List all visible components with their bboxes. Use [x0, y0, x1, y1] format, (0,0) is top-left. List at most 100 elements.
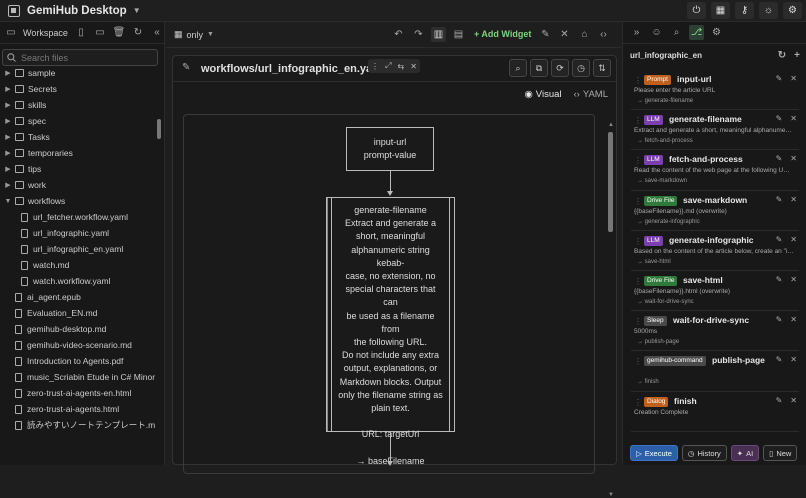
- tree-item[interactable]: Evaluation_EN.md: [0, 305, 155, 321]
- code-icon[interactable]: ‹›: [596, 27, 611, 42]
- tree-item[interactable]: watch.workflow.yaml: [0, 273, 155, 289]
- edit-icon[interactable]: ✎: [182, 62, 190, 73]
- flow-node-generate-filename[interactable]: generate-filename Extract and generate a s…: [326, 197, 455, 466]
- add-icon[interactable]: +: [794, 50, 800, 61]
- edit-icon[interactable]: ✎: [776, 355, 783, 364]
- expand-icon[interactable]: ⤢: [385, 61, 391, 71]
- tree-item[interactable]: ▶ Tasks: [0, 129, 155, 145]
- table-view-icon[interactable]: ▤: [451, 27, 466, 42]
- tree-item[interactable]: ▶ Secrets: [0, 81, 155, 97]
- close-icon[interactable]: ✕: [410, 62, 417, 71]
- robot-icon[interactable]: ☺: [649, 25, 664, 40]
- split-view-icon[interactable]: ▥: [431, 27, 446, 42]
- tab-yaml[interactable]: ‹› YAML: [574, 89, 609, 100]
- step-item[interactable]: ⋮⋮ LLM fetch-and-process Read the content o…: [631, 150, 799, 191]
- chevron-down-icon[interactable]: ▼: [133, 6, 141, 15]
- close-icon[interactable]: ✕: [790, 396, 797, 405]
- step-item[interactable]: ⋮⋮ Prompt input-url Please enter the articl…: [631, 70, 799, 111]
- chevron-right-icon[interactable]: ▶: [4, 117, 12, 125]
- flow-node-input-url[interactable]: input-url prompt-value: [346, 127, 434, 171]
- tree-item[interactable]: ▶ skills: [0, 97, 155, 113]
- close-icon[interactable]: ✕: [790, 114, 797, 123]
- edit-icon[interactable]: ✎: [776, 114, 783, 123]
- tree-item[interactable]: 読みやすいノートテンプレート.md: [0, 417, 155, 433]
- redo-icon[interactable]: ↷: [411, 27, 426, 42]
- execute-button[interactable]: ▷ Execute: [630, 445, 678, 461]
- swap-icon[interactable]: ⇆: [398, 62, 405, 71]
- refresh-icon[interactable]: ↻: [778, 50, 786, 61]
- tree-item[interactable]: music_Scriabin Etude in C# Minor, Op. ..…: [0, 369, 155, 385]
- tree-item[interactable]: gemihub-video-scenario.md: [0, 337, 155, 353]
- edit-icon[interactable]: ✎: [776, 195, 783, 204]
- close-icon[interactable]: ✕: [790, 74, 797, 83]
- gear-icon[interactable]: ⚙: [783, 2, 802, 19]
- tree-item[interactable]: ▶ work: [0, 177, 155, 193]
- close-icon[interactable]: ✕: [790, 315, 797, 324]
- close-icon[interactable]: ✕: [790, 355, 797, 364]
- history-button[interactable]: ◷: [572, 59, 590, 77]
- new-folder-icon[interactable]: ▭: [93, 27, 107, 38]
- new-file-icon[interactable]: ▯: [74, 27, 88, 38]
- chevron-right-icon[interactable]: ▶: [4, 149, 12, 157]
- search-icon[interactable]: ⌕: [669, 25, 684, 40]
- grid-icon[interactable]: ▦: [711, 2, 730, 19]
- close-icon[interactable]: ✕: [790, 235, 797, 244]
- tree-item[interactable]: watch.md: [0, 257, 155, 273]
- open-external-button[interactable]: ⧉: [530, 59, 548, 77]
- chevron-right-icon[interactable]: ▶: [4, 133, 12, 141]
- tree-item[interactable]: gemihub-desktop.md: [0, 321, 155, 337]
- trash-icon[interactable]: 🗑: [112, 27, 126, 38]
- sync-button[interactable]: ⟳: [551, 59, 569, 77]
- key-icon[interactable]: ⚷: [735, 2, 754, 19]
- chevron-right-icon[interactable]: ▶: [4, 181, 12, 189]
- step-item[interactable]: ⋮⋮ Sleep wait-for-drive-sync 5000ms → publis…: [631, 311, 799, 352]
- edit-icon[interactable]: ✎: [776, 235, 783, 244]
- collapse-icon[interactable]: «: [150, 27, 164, 38]
- tree-item[interactable]: ▶ temporaries: [0, 145, 155, 161]
- sidebar-scrollbar[interactable]: [156, 67, 162, 485]
- workflow-icon[interactable]: ⎇: [689, 25, 704, 40]
- search-button[interactable]: ⌕: [509, 59, 527, 77]
- tree-item[interactable]: zero-trust-ai-agents.html: [0, 401, 155, 417]
- layout-select[interactable]: ▦ only ▼: [174, 29, 214, 40]
- edit-icon[interactable]: ✎: [776, 275, 783, 284]
- edit-icon[interactable]: ✎: [776, 315, 783, 324]
- chevron-right-icon[interactable]: ▶: [4, 85, 12, 93]
- tree-item[interactable]: ▶ sample: [0, 65, 155, 81]
- chevron-right-icon[interactable]: ▶: [4, 69, 12, 77]
- edit-icon[interactable]: ✎: [776, 396, 783, 405]
- close-icon[interactable]: ✕: [790, 275, 797, 284]
- tree-item[interactable]: ▶ spec: [0, 113, 155, 129]
- plugin-icon[interactable]: ⚙: [709, 25, 724, 40]
- undo-icon[interactable]: ↶: [391, 27, 406, 42]
- plug-icon[interactable]: ⏻: [687, 2, 706, 19]
- close-icon[interactable]: ✕: [790, 195, 797, 204]
- search-box[interactable]: [2, 49, 158, 66]
- add-widget-button[interactable]: + Add Widget: [474, 29, 531, 39]
- chevron-right-icon[interactable]: ▶: [4, 165, 12, 173]
- ai-button[interactable]: ✦ AI: [730, 445, 760, 461]
- step-item[interactable]: ⋮⋮ gemihub-command publish-page → finish ✎ ✕: [631, 351, 799, 392]
- compare-button[interactable]: ⇅: [593, 59, 611, 77]
- chevron-right-icon[interactable]: ▶: [4, 101, 12, 109]
- tree-item[interactable]: Introduction to Agents.pdf: [0, 353, 155, 369]
- tree-item[interactable]: url_infographic_en.yaml: [0, 241, 155, 257]
- step-item[interactable]: ⋮⋮ LLM generate-infographic Based on the co…: [631, 231, 799, 271]
- tab-visual[interactable]: ◉ Visual: [525, 89, 562, 100]
- canvas-scrollbar[interactable]: ▲ ▼: [608, 122, 614, 498]
- tree-item[interactable]: url_fetcher.workflow.yaml: [0, 209, 155, 225]
- step-item[interactable]: ⋮⋮ Drive File save-markdown {{baseFilename}…: [631, 191, 799, 231]
- sun-icon[interactable]: ☼: [759, 2, 778, 19]
- chevron-down-icon[interactable]: ▼: [4, 198, 12, 205]
- step-item[interactable]: ⋮⋮ LLM generate-filename Extract and genera…: [631, 110, 799, 151]
- tree-item[interactable]: ai_agent.epub: [0, 289, 155, 305]
- edit-icon[interactable]: ✎: [776, 74, 783, 83]
- drag-icon[interactable]: ⋮: [371, 62, 379, 71]
- new-button[interactable]: ▯ New: [763, 445, 798, 461]
- refresh-icon[interactable]: ↻: [131, 27, 145, 38]
- step-item[interactable]: ⋮⋮ Drive File save-html {{baseFilename}}.ht…: [631, 271, 799, 312]
- tree-item[interactable]: zero-trust-ai-agents-en.html: [0, 385, 155, 401]
- history-button[interactable]: ◷ History: [681, 445, 727, 461]
- edit-icon[interactable]: ✎: [776, 154, 783, 163]
- step-item[interactable]: ⋮⋮ Dialog finish Creation Complete ✎ ✕: [631, 392, 799, 432]
